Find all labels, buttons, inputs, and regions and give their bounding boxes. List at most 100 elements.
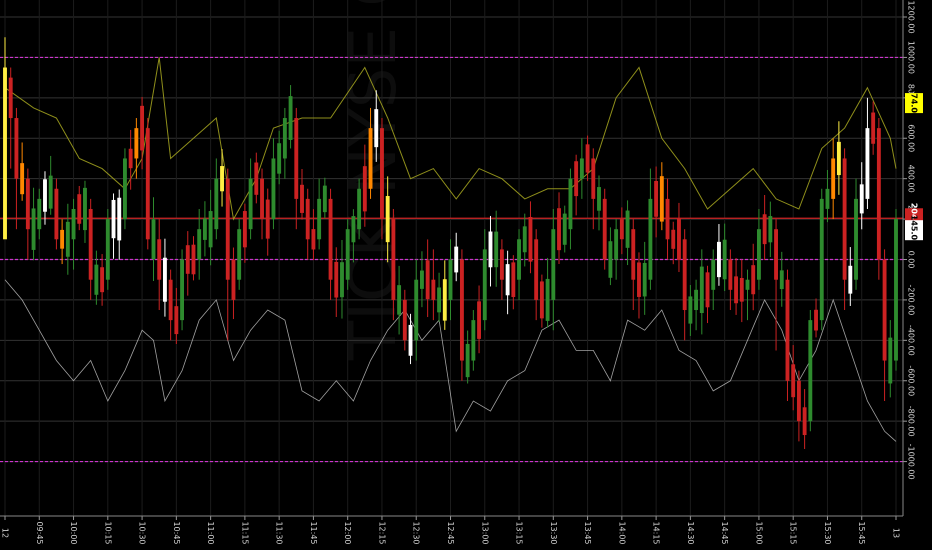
chart-root: TICK NYSE CUMULATIVE 1200.001000.00800.0…: [0, 0, 932, 550]
candle-body: [494, 231, 499, 268]
candle-body: [499, 249, 504, 280]
x-tick-label: 15:45: [857, 521, 866, 544]
candle-body: [31, 208, 36, 250]
candle-body: [756, 229, 761, 280]
candle-body: [882, 259, 887, 361]
y-tick-label: 1000.00: [907, 41, 916, 74]
candle-body: [705, 272, 710, 308]
x-tick-label: 12: [1, 528, 10, 538]
candle-body: [208, 211, 213, 248]
candle-body: [77, 194, 82, 224]
x-tick-label: 09:45: [35, 521, 44, 544]
candle-body: [648, 198, 653, 280]
candle-body: [642, 262, 647, 297]
x-tick-label: 10:30: [138, 521, 147, 544]
candle-body: [631, 229, 636, 280]
candle-body: [260, 178, 264, 220]
candle-body: [397, 285, 402, 315]
candle-body: [60, 229, 65, 249]
candle-body: [448, 259, 453, 300]
candle-body: [43, 179, 47, 212]
candle-body: [157, 239, 162, 280]
candle-body: [242, 211, 247, 248]
candle-body: [362, 166, 367, 212]
candle-body: [602, 198, 607, 260]
candle-body: [779, 270, 784, 290]
x-tick-label: 15:15: [789, 521, 798, 544]
y-tick-label: 0.00: [907, 251, 916, 269]
candle-body: [557, 208, 561, 251]
x-tick-label: 13:45: [583, 521, 592, 544]
x-tick-label: 14:30: [686, 521, 695, 544]
candle-body: [437, 287, 442, 313]
y-tick-label: -800.00: [907, 406, 916, 437]
candle-body: [83, 187, 87, 231]
candle-body: [402, 299, 407, 341]
x-tick-label: 11:15: [240, 521, 249, 544]
candle-body: [717, 241, 721, 278]
candle-body: [328, 198, 333, 280]
candle-body: [791, 364, 796, 398]
y-tick-label: -200.00: [907, 284, 916, 315]
candle-body: [488, 231, 493, 268]
candle-body: [265, 199, 270, 239]
candle-body: [231, 259, 236, 300]
candle-body: [425, 260, 430, 300]
candle-body: [585, 144, 590, 173]
candle-body: [825, 188, 830, 209]
grid-layer: [0, 0, 903, 516]
candle-body: [408, 324, 413, 356]
price-badge-label: 774.00: [910, 88, 919, 119]
x-tick-label: 10:45: [172, 521, 181, 544]
x-tick-label: 13:30: [549, 521, 558, 544]
candle-body: [248, 178, 253, 230]
candle-body: [665, 198, 670, 240]
candle-body: [111, 199, 116, 239]
candle-body: [762, 214, 767, 245]
candle-body: [728, 259, 733, 290]
candle-body: [551, 229, 556, 300]
candle-body: [25, 178, 30, 230]
candle-body: [351, 216, 356, 243]
candle-body: [391, 219, 396, 300]
candle-body: [431, 279, 436, 300]
candle-body: [836, 141, 841, 176]
candle-body: [671, 229, 676, 249]
candle-body: [739, 277, 744, 302]
candle-body: [505, 264, 510, 296]
y-tick-label: -1000.00: [907, 444, 916, 480]
candle-body: [271, 158, 276, 220]
candle-body: [859, 184, 864, 214]
candle-body: [277, 143, 282, 174]
candle-body: [340, 262, 344, 298]
candle-body: [128, 148, 133, 169]
candle-body: [865, 128, 870, 199]
candle-body: [8, 77, 13, 119]
candle-body: [482, 249, 487, 321]
candle-body: [220, 166, 224, 192]
x-tick-label: 10:15: [103, 521, 112, 544]
price-badge-label: 145.00: [910, 215, 919, 246]
candle-body: [117, 197, 122, 241]
candle-body: [659, 176, 664, 222]
candle-body: [368, 128, 373, 189]
candle-body: [568, 178, 573, 230]
candle-body: [637, 262, 641, 297]
candle-body: [414, 279, 419, 341]
candle-body: [785, 279, 790, 381]
candle-body: [802, 407, 807, 436]
candle-body: [357, 188, 362, 230]
candle-body: [614, 229, 619, 260]
candle-body: [796, 380, 801, 422]
candle-body: [619, 219, 624, 240]
candle-body: [374, 109, 379, 148]
candle-body: [534, 239, 539, 300]
x-tick-label: 11:00: [206, 521, 215, 544]
candle-body: [876, 128, 881, 260]
candle-body: [888, 337, 893, 384]
candle-body: [37, 198, 42, 230]
x-tick-label: 15:30: [823, 521, 832, 544]
candle-body: [591, 158, 596, 199]
x-tick-label: 14:00: [617, 521, 626, 544]
candle-body: [562, 213, 567, 245]
